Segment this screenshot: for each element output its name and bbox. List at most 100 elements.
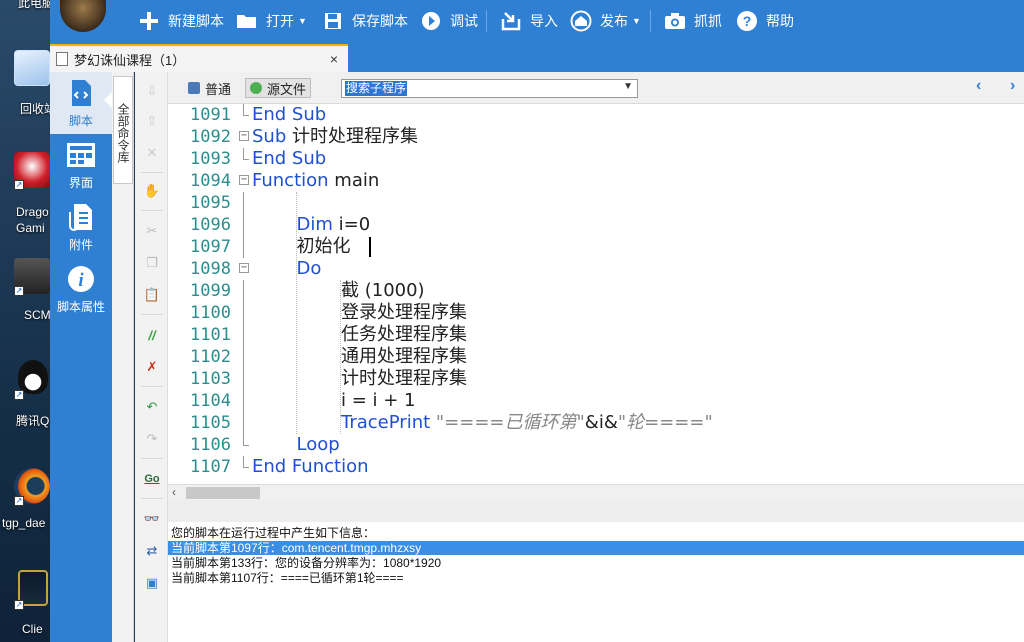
help-button[interactable]: ? 帮助 [736, 9, 794, 33]
line-number: 1105 [190, 413, 231, 433]
undo-icon[interactable]: ↶ [143, 398, 161, 416]
code-text: 截 (1000) [341, 280, 425, 302]
move-up-icon[interactable]: ⇧ [143, 112, 161, 130]
line-number: 1106 [190, 435, 231, 455]
desktop-item-dragon-game[interactable]: ↗ Drago Gami [0, 152, 50, 238]
nav-item-interface[interactable]: 界面 [50, 134, 112, 196]
view-normal-button[interactable]: 普通 [184, 78, 235, 98]
goto-icon[interactable]: Go [143, 470, 161, 488]
command-library-tab[interactable]: 全部命令库 [113, 76, 133, 184]
line-number: 1092 [190, 127, 231, 147]
code-keyword: TracePrint [341, 412, 431, 433]
capture-button[interactable]: 抓抓 [664, 9, 722, 33]
hand-icon[interactable]: ✋ [143, 182, 161, 200]
fold-end-marker [243, 148, 249, 160]
toolbar-divider [486, 10, 487, 32]
code-text: i = i + 1 [341, 390, 416, 412]
nav-item-label: 界面 [68, 176, 93, 190]
scroll-left-icon[interactable]: ‹ [172, 485, 176, 499]
find-icon[interactable]: 👓 [143, 510, 161, 528]
text-caret [369, 237, 371, 257]
fold-toggle-icon[interactable]: − [239, 263, 249, 273]
import-button[interactable]: 导入 [500, 9, 558, 33]
tool-divider [141, 458, 163, 459]
code-keyword: Function [252, 170, 329, 191]
desktop-item-scm[interactable]: ↗ SCM [0, 258, 51, 328]
fold-line-marker [243, 412, 244, 434]
tab-document[interactable]: 梦幻诛仙课程（1） × [50, 44, 348, 72]
horizontal-scrollbar[interactable]: ‹ [168, 484, 1024, 500]
fold-line-marker [243, 368, 244, 390]
tab-title: 梦幻诛仙课程（1） [74, 52, 186, 68]
subroutine-search-select[interactable]: 搜索子程序 ▼ [341, 79, 638, 98]
desktop-item-league-client[interactable]: ↗ Clie [0, 570, 50, 642]
line-number: 1096 [190, 215, 231, 235]
camera-icon [664, 10, 686, 32]
delete-icon[interactable]: ✕ [143, 144, 161, 162]
uncomment-icon[interactable]: ✗ [143, 358, 161, 376]
desktop-item-recycle-bin[interactable]: 回收站 [0, 50, 56, 120]
output-line-selected[interactable]: 当前脚本第1097行：com.tencent.tmgp.mhzxsy [168, 541, 1024, 555]
code-line[interactable]: 1106 Loop [168, 434, 1024, 456]
replace-icon[interactable]: ⇄ [143, 542, 161, 560]
save-script-button[interactable]: 保存脚本 [322, 9, 408, 33]
code-text: End Sub [252, 148, 326, 170]
chevron-right-icon[interactable]: › [1010, 77, 1015, 95]
publish-button[interactable]: 发布 ▼ [570, 9, 641, 33]
qq-penguin-icon [18, 360, 48, 394]
view-source-button[interactable]: 源文件 [245, 78, 312, 98]
scrollbar-thumb[interactable] [186, 487, 260, 499]
code-token: 通用处理程序集 [341, 346, 467, 367]
panel-divider[interactable] [168, 500, 1024, 522]
code-token: 计时处理程序集 [286, 126, 418, 147]
chevron-left-icon[interactable]: ‹ [976, 77, 981, 95]
code-line[interactable]: 1094− Function main [168, 170, 1024, 192]
code-keyword: Dim [296, 214, 333, 235]
shortcut-arrow-icon: ↗ [14, 390, 24, 400]
code-editor[interactable]: 1091 End Sub 1092− Sub 计时处理程序集 1093 End Sub 10… [168, 104, 1024, 484]
attachment-icon [66, 202, 96, 232]
chevron-down-icon[interactable]: ▼ [623, 81, 633, 92]
fold-toggle-icon[interactable]: − [239, 175, 249, 185]
desktop-item-computer[interactable]: 此电脑 [0, 0, 54, 12]
output-line: 当前脚本第1107行：====已循环第1轮==== [171, 571, 404, 585]
document-icon [56, 52, 68, 66]
line-number: 1099 [190, 281, 231, 301]
window-icon[interactable]: ▣ [143, 574, 161, 592]
line-number: 1093 [190, 149, 231, 169]
close-icon[interactable]: × [330, 51, 338, 67]
left-navigation: 脚本 界面 附件 i 脚本属性 [50, 72, 112, 642]
copy-icon[interactable]: ❐ [143, 254, 161, 272]
desktop-item-label: Drago Gami [16, 205, 49, 235]
line-number: 1107 [190, 457, 231, 477]
fold-end-marker [243, 104, 249, 116]
fold-toggle-icon[interactable]: − [239, 131, 249, 141]
cut-icon[interactable]: ✂ [143, 222, 161, 240]
code-line[interactable]: 1091 End Sub [168, 104, 1024, 126]
code-line[interactable]: 1092− Sub 计时处理程序集 [168, 126, 1024, 148]
nav-item-script[interactable]: 脚本 [50, 72, 112, 134]
new-script-button[interactable]: 新建脚本 [138, 9, 224, 33]
desktop-item-label: Clie [22, 622, 43, 636]
capture-label: 抓抓 [694, 13, 722, 29]
open-button[interactable]: 打开 ▼ [236, 9, 307, 33]
move-down-icon[interactable]: ⇩ [143, 82, 161, 100]
paste-icon[interactable]: 📋 [143, 286, 161, 304]
desktop-item-tgp[interactable]: ↗ tgp_dae [0, 468, 50, 538]
user-avatar[interactable] [60, 0, 106, 32]
fold-line-marker [243, 236, 244, 258]
desktop-item-qq[interactable]: ↗ 腾讯Q [0, 360, 50, 430]
code-line[interactable]: 1107 End Function [168, 456, 1024, 478]
code-text: End Function [252, 456, 369, 478]
code-token: 计时处理程序集 [341, 368, 467, 389]
code-line[interactable]: 1093 End Sub [168, 148, 1024, 170]
comment-icon[interactable]: // [143, 326, 161, 344]
redo-icon[interactable]: ↷ [143, 430, 161, 448]
new-script-label: 新建脚本 [168, 13, 224, 29]
code-token: 任务处理程序集 [341, 324, 467, 345]
nav-item-attachment[interactable]: 附件 [50, 196, 112, 258]
plus-icon [138, 10, 160, 32]
nav-item-script-properties[interactable]: i 脚本属性 [50, 258, 112, 320]
debug-button[interactable]: 调试 [420, 9, 478, 33]
output-line: 当前脚本第133行：您的设备分辨率为：1080*1920 [171, 556, 442, 570]
